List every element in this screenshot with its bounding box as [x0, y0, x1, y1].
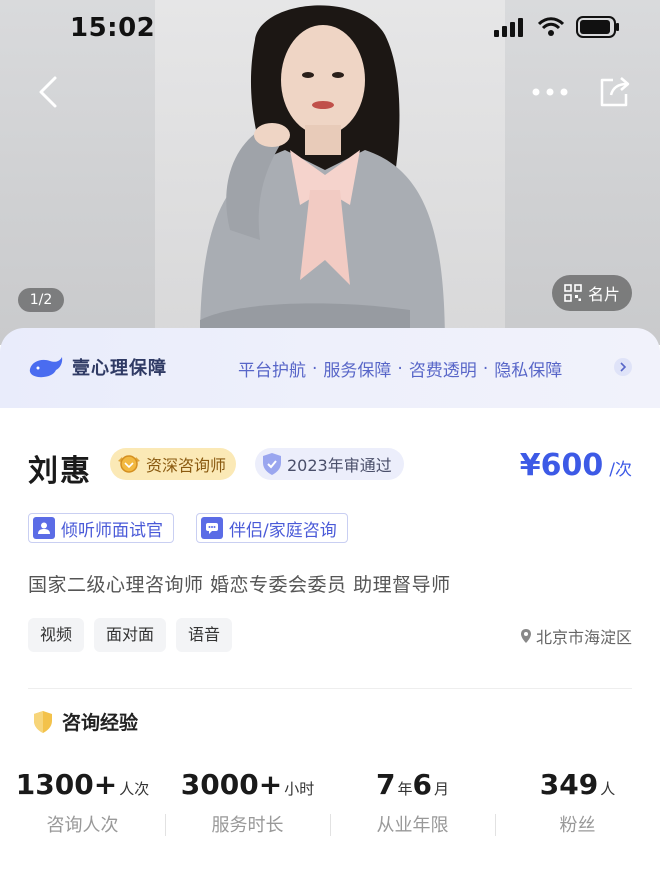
battery-icon [576, 16, 619, 38]
stat-followers[interactable]: 349 人 粉丝 [495, 768, 660, 848]
mode-in-person: 面对面 [94, 618, 167, 652]
stat-unit-months: 月 [433, 780, 449, 798]
stat-value: 7 [376, 768, 396, 801]
stat-consultations: 1300+ 人次 咨询人次 [0, 768, 165, 848]
guarantee-brand-label: 壹心理保障 [72, 358, 167, 379]
profile-sheet: 刘惠 资深咨询师 2023年审通过 ¥600 /次 倾听师面试官 伴侣/家庭咨询… [0, 408, 660, 880]
mode-video: 视频 [28, 618, 85, 652]
stat-unit: 人 [600, 780, 616, 798]
stat-label: 服务时长 [211, 815, 284, 836]
stat-unit: 小时 [284, 780, 315, 798]
stat-years-practice: 7 年6 月 从业年限 [330, 768, 495, 848]
status-time: 15:02 [70, 13, 156, 43]
stat-label: 咨询人次 [46, 815, 119, 836]
stat-value: 1300+ [15, 768, 118, 801]
location-pin-icon [520, 629, 531, 643]
stat-unit: 年 [397, 780, 413, 798]
signal-icon [494, 18, 523, 37]
share-icon [600, 77, 630, 107]
wifi-icon [538, 17, 564, 36]
guarantee-tag: 隐私保障 [494, 361, 563, 381]
location[interactable]: 北京市海淀区 [520, 624, 632, 648]
business-card-button[interactable]: 名片 [552, 275, 632, 311]
guarantee-banner[interactable]: 壹心理保障 平台护航 · 服务保障 · 咨费透明 · 隐私保障 [0, 328, 660, 410]
experience-title-label: 咨询经验 [62, 712, 139, 734]
level-badge: 资深咨询师 [110, 448, 237, 480]
stat-value: 349 [539, 768, 599, 801]
chat-icon [201, 517, 223, 539]
section-divider [28, 688, 632, 689]
mode-voice: 语音 [176, 618, 233, 652]
business-card-label: 名片 [587, 285, 620, 304]
tag-separator: · [397, 358, 403, 379]
share-button[interactable] [594, 72, 634, 112]
stat-label: 从业年限 [376, 815, 449, 836]
person-icon [33, 517, 55, 539]
back-button[interactable] [28, 72, 68, 112]
level-badge-label: 资深咨询师 [146, 456, 227, 475]
stat-service-hours: 3000+ 小时 服务时长 [165, 768, 330, 848]
photo-counter: 1/2 [18, 288, 64, 312]
guarantee-tag: 咨费透明 [408, 361, 477, 381]
review-badge-label: 2023年审通过 [287, 456, 392, 475]
experience-stats: 1300+ 人次 咨询人次 3000+ 小时 服务时长 7 年6 月 从业年限 349 人… [0, 768, 660, 848]
guarantee-tag: 平台护航 [238, 361, 306, 381]
back-icon [39, 76, 57, 108]
role-tag-label: 伴侣/家庭咨询 [229, 520, 337, 541]
status-icons [494, 16, 620, 38]
role-tag-interviewer[interactable]: 倾听师面试官 [28, 513, 174, 543]
shield-icon [263, 453, 281, 475]
guarantee-tags: 平台护航 · 服务保障 · 咨费透明 · 隐私保障 [238, 356, 563, 382]
stat-value-months: 6 [412, 768, 432, 801]
hero-photo[interactable]: 15:02 1/2 名片 [0, 0, 660, 345]
tag-separator: · [312, 358, 318, 379]
experience-shield-icon [34, 710, 52, 733]
guarantee-tag: 服务保障 [323, 361, 392, 381]
tag-separator: · [482, 358, 489, 379]
guarantee-brand: 壹心理保障 [28, 354, 167, 380]
stat-value: 3000+ [180, 768, 283, 801]
role-tag-label: 倾听师面试官 [61, 520, 163, 541]
status-bar: 15:02 [0, 0, 660, 56]
more-icon [532, 88, 568, 96]
chevron-right-icon [620, 362, 627, 372]
medal-icon [118, 455, 140, 473]
counselor-name: 刘惠 [28, 454, 92, 489]
qualifications: 国家二级心理咨询师 婚恋专委会委员 助理督导师 [28, 574, 451, 596]
more-button[interactable] [528, 78, 572, 106]
price-unit: /次 [609, 460, 632, 480]
stat-unit: 人次 [119, 780, 150, 798]
whale-icon [29, 357, 63, 378]
stat-label: 粉丝 [559, 815, 596, 836]
location-label: 北京市海淀区 [535, 628, 632, 647]
qr-icon [564, 284, 582, 302]
experience-section-title: 咨询经验 [32, 708, 138, 735]
price: ¥600 /次 [520, 448, 632, 483]
price-amount: ¥600 [519, 448, 604, 483]
banner-arrow[interactable] [614, 358, 632, 376]
review-badge: 2023年审通过 [255, 448, 404, 480]
role-tag-couple-family[interactable]: 伴侣/家庭咨询 [196, 513, 348, 543]
